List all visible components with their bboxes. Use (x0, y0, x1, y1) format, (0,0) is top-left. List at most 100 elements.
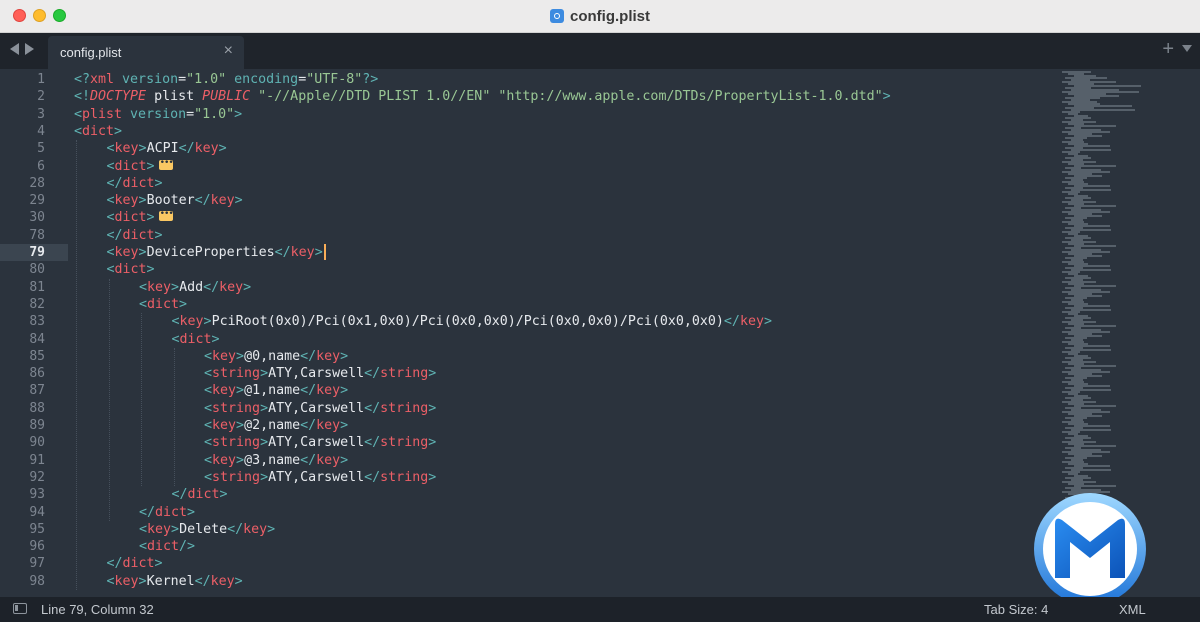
back-arrow-icon[interactable] (10, 43, 19, 55)
code-token: > (179, 296, 188, 312)
code-line[interactable]: <key>@0,name</key> (204, 348, 348, 365)
code-token: </ (227, 521, 244, 537)
code-line[interactable]: <string>ATY,Carswell</string> (204, 365, 436, 382)
code-token: > (340, 418, 349, 433)
code-token: > (234, 193, 243, 209)
code-token: key (210, 193, 235, 209)
code-line[interactable]: <key>DeviceProperties</key> (107, 244, 326, 261)
code-token: key (739, 314, 764, 330)
code-token: key (147, 521, 172, 537)
code-line[interactable]: <dict/> (139, 538, 195, 555)
plus-icon[interactable]: + (1162, 38, 1174, 61)
code-area[interactable]: <?xml version="1.0" encoding="UTF-8"?> <!… (0, 69, 1060, 597)
fold-marker-icon[interactable] (158, 206, 173, 224)
code-token: > (882, 89, 891, 105)
code-token: < (106, 573, 115, 589)
sidebar-toggle-icon[interactable] (13, 603, 27, 614)
code-token: key (147, 279, 172, 295)
code-line[interactable]: <key>Delete</key> (139, 521, 275, 538)
code-token: </ (364, 435, 381, 451)
code-token: > (146, 262, 155, 278)
code-token: key (212, 383, 237, 399)
code-line[interactable]: <key>PciRoot(0x0)/Pci(0x1,0x0)/Pci(0x0,0… (172, 313, 772, 330)
code-token: ATY,Carswell (268, 366, 365, 382)
code-token: key (290, 245, 315, 260)
code-token: < (106, 245, 115, 260)
code-token: < (139, 539, 148, 555)
code-line[interactable]: <key>Add</key> (139, 279, 251, 296)
code-line[interactable]: <?xml version="1.0" encoding="UTF-8"?> (74, 71, 378, 88)
code-token: > (340, 452, 349, 468)
code-line[interactable]: <key>Kernel</key> (107, 573, 243, 590)
code-token: </ (300, 383, 317, 399)
code-line[interactable]: <string>ATY,Carswell</string> (204, 400, 436, 417)
code-token: > (236, 383, 245, 399)
code-token: ?> (362, 72, 379, 87)
fold-marker-icon[interactable] (158, 155, 173, 172)
code-token: < (139, 521, 148, 537)
code-line[interactable]: <dict> (172, 331, 220, 348)
code-line[interactable]: </dict> (107, 227, 163, 244)
tab-config-plist[interactable]: config.plist × (48, 36, 244, 69)
code-token: key (179, 314, 204, 330)
code-line[interactable]: <key>@3,name</key> (204, 452, 348, 469)
code-token: </ (171, 487, 188, 503)
code-token: @2,name (244, 418, 301, 433)
forward-arrow-icon[interactable] (25, 43, 34, 55)
code-token: > (187, 504, 196, 520)
code-token: > (428, 435, 437, 451)
chevron-down-icon[interactable] (1182, 45, 1192, 52)
code-token: > (138, 141, 147, 157)
syntax-selector[interactable]: XML (1119, 602, 1146, 617)
code-token: </ (194, 573, 211, 589)
code-line[interactable]: </dict> (107, 555, 163, 572)
tab-navigation (10, 43, 34, 55)
code-token: < (204, 348, 213, 364)
close-icon[interactable]: × (224, 42, 233, 60)
code-line[interactable]: <dict> (74, 123, 122, 140)
code-token: <? (74, 72, 91, 87)
code-line[interactable]: <dict> (107, 261, 155, 278)
plist-file-icon (550, 9, 564, 23)
code-line[interactable]: </dict> (139, 504, 195, 521)
code-token: @1,name (244, 383, 301, 399)
code-line[interactable]: <plist version="1.0"> (74, 106, 242, 123)
code-editor[interactable]: 1 2 3 4 5 6 28 29 30 78 79 80 81 82 83 84 85 86 87 88 89 90 91… (0, 69, 1200, 597)
code-line[interactable]: <string>ATY,Carswell</string> (204, 469, 436, 486)
code-token: > (171, 521, 180, 537)
code-token: > (243, 279, 252, 295)
code-line[interactable]: <dict> (139, 296, 187, 313)
code-token: > (218, 141, 227, 157)
code-token: < (171, 314, 180, 330)
code-token: ATY,Carswell (268, 435, 365, 451)
m-logo-icon (1034, 493, 1146, 597)
cursor-position: Line 79, Column 32 (41, 602, 154, 617)
tab-size-selector[interactable]: Tab Size: 4 (984, 602, 1048, 617)
tab-label: config.plist (60, 45, 122, 60)
code-line[interactable]: </dict> (172, 486, 228, 503)
code-token: plist (82, 106, 123, 122)
code-line[interactable]: <key>@2,name</key> (204, 417, 348, 434)
code-token: > (314, 245, 323, 260)
code-line[interactable]: </dict> (107, 175, 163, 192)
code-line[interactable]: <key>Booter</key> (107, 192, 243, 209)
code-line[interactable]: <dict> (107, 155, 173, 175)
code-line[interactable]: <!DOCTYPE plist PUBLIC "-//Apple//DTD PL… (74, 88, 891, 105)
code-token: key (316, 418, 341, 433)
text-caret (323, 244, 326, 260)
code-token: dict (179, 331, 212, 347)
code-line[interactable]: <key>@1,name</key> (204, 382, 348, 399)
code-token: > (428, 400, 437, 416)
code-token: < (106, 262, 115, 278)
code-token: dict (82, 123, 115, 139)
code-token: < (106, 210, 115, 226)
code-token: <! (74, 89, 91, 105)
code-token: > (234, 573, 243, 589)
code-line[interactable]: <string>ATY,Carswell</string> (204, 434, 436, 451)
code-token: </ (203, 279, 220, 295)
vertical-scrollbar[interactable] (1186, 69, 1200, 597)
code-line[interactable]: <dict> (106, 206, 173, 226)
status-bar: Line 79, Column 32 Tab Size: 4 XML (0, 597, 1200, 622)
code-token: dict (114, 210, 147, 226)
code-token: > (763, 314, 772, 330)
